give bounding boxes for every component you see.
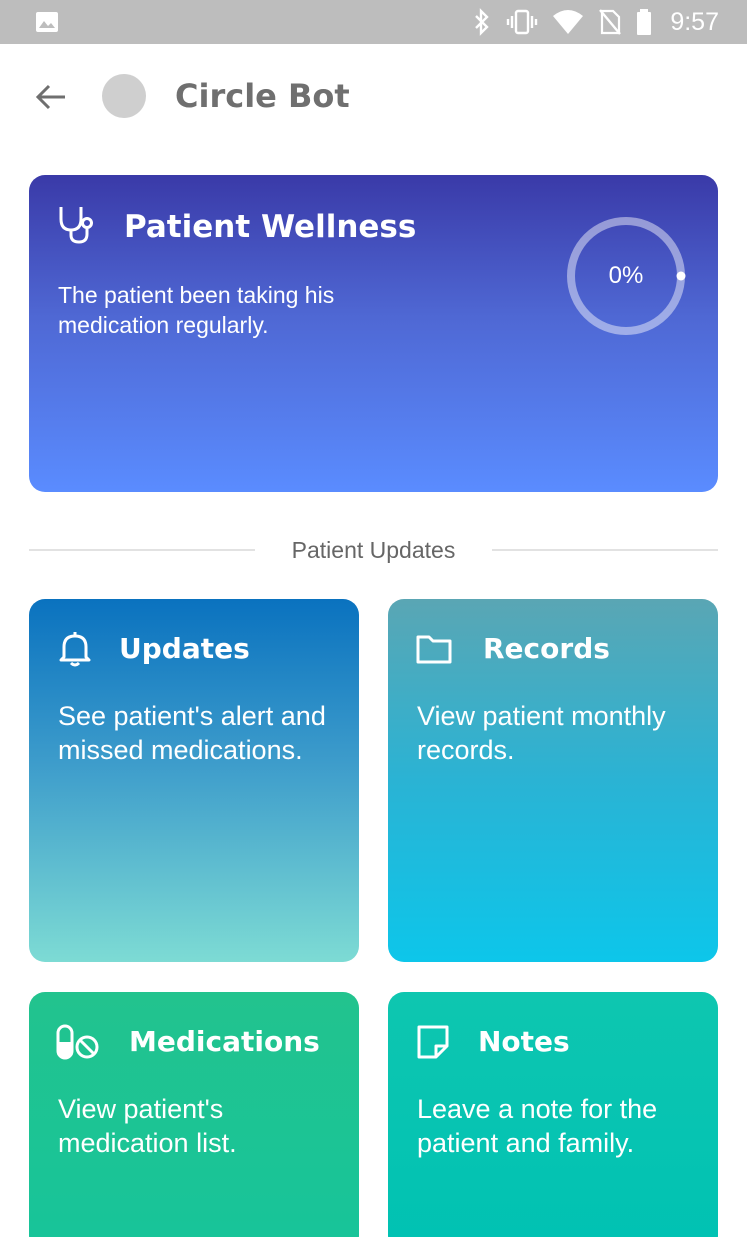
notes-description: Leave a note for the patient and family. [417,1094,658,1158]
status-time: 9:57 [670,7,719,36]
medications-title: Medications [129,1025,320,1058]
wellness-description: The patient been taking his medication r… [58,282,335,338]
folder-icon [416,635,452,664]
notes-tile[interactable]: Notes Leave a note for the patient and f… [388,992,718,1237]
updates-tile[interactable]: Updates See patient's alert and missed m… [29,599,359,962]
divider-line-right [492,549,718,551]
no-sim-icon [599,9,622,35]
stethoscope-icon [59,207,93,244]
updates-title: Updates [119,632,250,665]
back-arrow-icon [35,84,65,110]
patient-wellness-card[interactable]: Patient Wellness The patient been taking… [29,175,718,492]
notes-title: Notes [478,1025,570,1058]
status-icons: 9:57 [472,0,719,44]
updates-description: See patient's alert and missed medicatio… [58,701,326,765]
battery-icon [637,9,652,35]
wellness-title: Patient Wellness [124,209,417,245]
vibrate-icon [507,9,538,35]
records-description: View patient monthly records. [417,701,666,765]
records-title: Records [483,632,610,665]
wellness-progress-ring: 0% [564,214,688,338]
status-bar: 9:57 [0,0,747,44]
bluetooth-icon [475,8,490,36]
image-icon [36,12,58,32]
back-button[interactable] [28,74,74,120]
app-bar: Circle Bot [0,44,747,148]
page-title: Circle Bot [175,77,350,115]
bell-icon [59,632,91,667]
pill-icon [56,1024,99,1060]
note-icon [417,1025,449,1059]
progress-percent-label: 0% [608,262,644,289]
medications-description: View patient's medication list. [58,1094,237,1158]
medications-tile[interactable]: Medications View patient's medication li… [29,992,359,1237]
section-divider: Patient Updates [29,530,718,570]
wifi-icon [553,10,584,34]
records-tile[interactable]: Records View patient monthly records. [388,599,718,962]
avatar[interactable] [102,74,146,118]
